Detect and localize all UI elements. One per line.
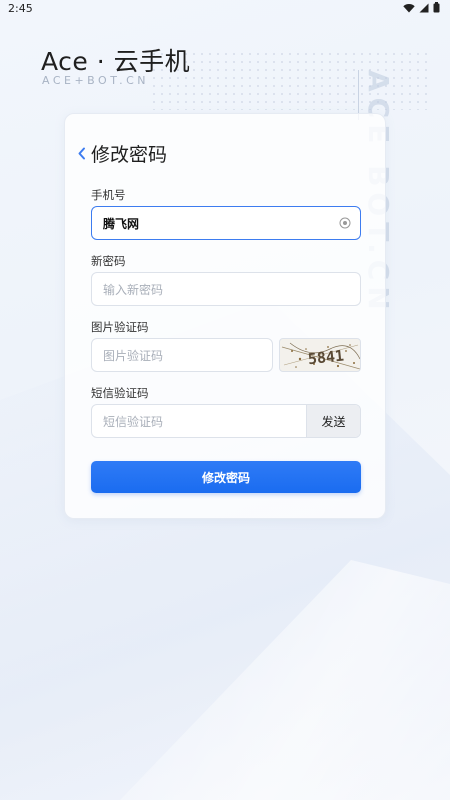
status-time: 2:45 (8, 2, 33, 15)
captcha-label: 图片验证码 (91, 320, 149, 334)
phone-field[interactable]: 腾飞网 (91, 206, 361, 240)
sms-code-field[interactable]: 短信验证码 发送 (91, 404, 361, 438)
page-title: 修改密码 (91, 144, 168, 166)
status-icons (403, 2, 440, 13)
wifi-icon (403, 3, 415, 12)
submit-button[interactable]: 修改密码 (91, 461, 361, 493)
clear-input-icon[interactable] (339, 217, 351, 229)
sms-placeholder: 短信验证码 (103, 414, 164, 429)
phone-value: 腾飞网 (103, 216, 140, 231)
change-password-card: 修改密码 手机号 腾飞网 新密码 输入新密码 图片验证码 图片验证码 5841 (64, 113, 386, 519)
send-sms-button[interactable]: 发送 (306, 405, 360, 437)
battery-icon (433, 2, 440, 13)
app-title: Ace · 云手机 (41, 47, 191, 76)
captcha-text: 5841 (307, 347, 345, 369)
phone-label: 手机号 (91, 188, 126, 202)
captcha-placeholder: 图片验证码 (103, 348, 164, 363)
card-header: 修改密码 (73, 140, 167, 167)
sms-label: 短信验证码 (91, 386, 149, 400)
captcha-input[interactable]: 图片验证码 (91, 338, 273, 372)
new-password-placeholder: 输入新密码 (103, 282, 164, 297)
back-chevron-icon[interactable] (73, 144, 89, 164)
new-password-field[interactable]: 输入新密码 (91, 272, 361, 306)
app-subtitle: ACE+BOT.CN (42, 74, 150, 87)
status-bar: 2:45 (0, 0, 450, 18)
captcha-image[interactable]: 5841 (279, 338, 361, 372)
new-password-label: 新密码 (91, 254, 126, 268)
signal-icon (419, 3, 429, 12)
